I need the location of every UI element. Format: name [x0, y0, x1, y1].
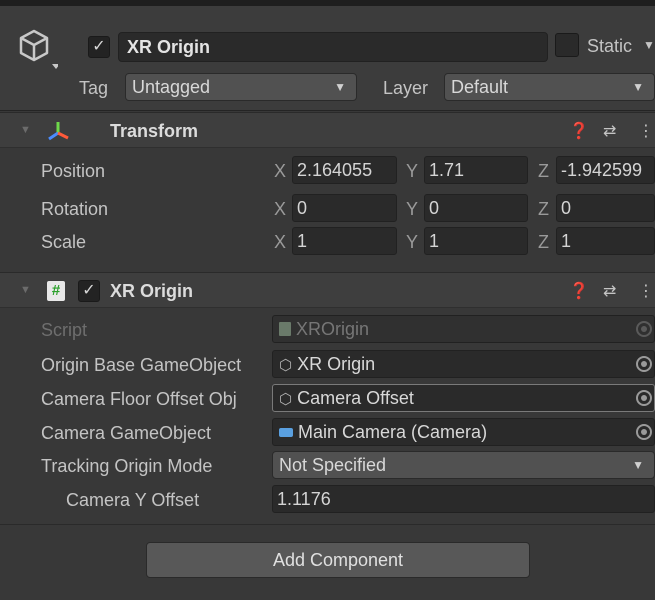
presets-icon[interactable]: ⇄ [603, 121, 616, 141]
chevron-down-icon: ▼ [632, 458, 644, 472]
camera-gameobject-field[interactable]: Main Camera (Camera) [272, 418, 655, 446]
kebab-menu-icon[interactable]: ⋮ [638, 281, 654, 301]
script-field: XROrigin [272, 315, 655, 343]
camera-y-offset-field[interactable]: 1.1176 [272, 485, 655, 513]
chevron-down-icon: ▼ [632, 80, 644, 94]
axis-x-label[interactable]: X [274, 161, 286, 182]
rotation-x-field[interactable]: 0 [292, 194, 397, 222]
script-icon: # [47, 281, 65, 301]
gameobject-cube-icon: ⬡ [279, 357, 293, 374]
camera-gameobject-value: Main Camera (Camera) [298, 422, 488, 442]
layer-dropdown[interactable]: Default ▼ [444, 73, 655, 101]
origin-base-field[interactable]: ⬡ XR Origin [272, 350, 655, 378]
xr-origin-title: XR Origin [110, 281, 194, 301]
divider [0, 524, 655, 525]
axis-z-label[interactable]: Z [538, 199, 549, 220]
chevron-down-icon: ▼ [334, 80, 346, 94]
position-z-field[interactable]: -1.942599 [556, 156, 655, 184]
position-label: Position [41, 161, 106, 181]
tracking-origin-mode-label: Tracking Origin Mode [41, 456, 213, 476]
camera-floor-offset-label: Camera Floor Offset Obj [41, 389, 237, 409]
scale-label: Scale [41, 232, 87, 252]
camera-floor-offset-field[interactable]: ⬡ Camera Offset [272, 384, 655, 412]
transform-title: Transform [110, 121, 199, 141]
object-picker-icon[interactable] [636, 356, 652, 372]
position-x-field[interactable]: 2.164055 [292, 156, 397, 184]
object-picker-icon[interactable] [636, 424, 652, 440]
script-value: XROrigin [296, 319, 370, 339]
gameobject-name-input[interactable]: XR Origin [118, 32, 548, 62]
gameobject-cube-icon: ⬡ [279, 391, 293, 408]
position-y-field[interactable]: 1.71 [424, 156, 528, 184]
scale-z-field[interactable]: 1 [556, 227, 655, 255]
axis-z-label[interactable]: Z [538, 161, 549, 182]
layer-label: Layer [383, 78, 429, 98]
transform-axes-icon [48, 122, 69, 141]
kebab-menu-icon[interactable]: ⋮ [638, 121, 654, 141]
axis-x-label[interactable]: X [274, 199, 286, 220]
static-checkbox[interactable] [555, 33, 579, 57]
active-checkbox[interactable]: ✓ [88, 36, 110, 58]
component-enabled-checkbox[interactable]: ✓ [78, 280, 100, 302]
gameobject-header: ✓ XR Origin Static ▼ Tag Untagged ▼ Laye… [0, 6, 655, 111]
axis-y-label[interactable]: Y [406, 232, 418, 253]
static-label: Static [587, 36, 633, 56]
camera-icon [279, 428, 293, 437]
tracking-origin-mode-dropdown[interactable]: Not Specified ▼ [272, 451, 655, 479]
script-label: Script [41, 320, 88, 340]
camera-gameobject-label: Camera GameObject [41, 423, 212, 443]
rotation-label: Rotation [41, 199, 109, 219]
tracking-origin-mode-value: Not Specified [279, 455, 387, 475]
fold-arrow-icon[interactable]: ▼ [20, 124, 31, 136]
presets-icon[interactable]: ⇄ [603, 281, 616, 301]
xr-origin-header[interactable]: ▼ # ✓ XR Origin ❓ ⇄ ⋮ [0, 272, 655, 308]
axis-x-label[interactable]: X [274, 232, 286, 253]
help-icon[interactable]: ❓ [569, 281, 589, 301]
rotation-y-field[interactable]: 0 [424, 194, 528, 222]
axis-y-label[interactable]: Y [406, 161, 418, 182]
axis-y-label[interactable]: Y [406, 199, 418, 220]
add-component-button[interactable]: Add Component [146, 542, 530, 578]
camera-floor-offset-value: Camera Offset [297, 388, 414, 408]
script-file-icon [279, 322, 291, 336]
cube-icon[interactable] [18, 28, 58, 72]
object-picker-icon [636, 321, 652, 337]
scale-x-field[interactable]: 1 [292, 227, 397, 255]
static-dropdown-arrow-icon[interactable]: ▼ [643, 38, 655, 52]
help-icon[interactable]: ❓ [569, 121, 589, 141]
object-picker-icon[interactable] [636, 390, 652, 406]
scale-y-field[interactable]: 1 [424, 227, 528, 255]
layer-value: Default [451, 77, 509, 97]
rotation-z-field[interactable]: 0 [556, 194, 655, 222]
origin-base-value: XR Origin [297, 354, 376, 374]
origin-base-label: Origin Base GameObject [41, 355, 242, 375]
fold-arrow-icon[interactable]: ▼ [20, 284, 31, 296]
axis-z-label[interactable]: Z [538, 232, 549, 253]
tag-dropdown[interactable]: Untagged ▼ [125, 73, 357, 101]
tag-label: Tag [79, 78, 109, 98]
transform-header[interactable]: ▼ Transform ❓ ⇄ ⋮ [0, 112, 655, 148]
camera-y-offset-label: Camera Y Offset [66, 490, 200, 510]
tag-value: Untagged [132, 77, 211, 97]
